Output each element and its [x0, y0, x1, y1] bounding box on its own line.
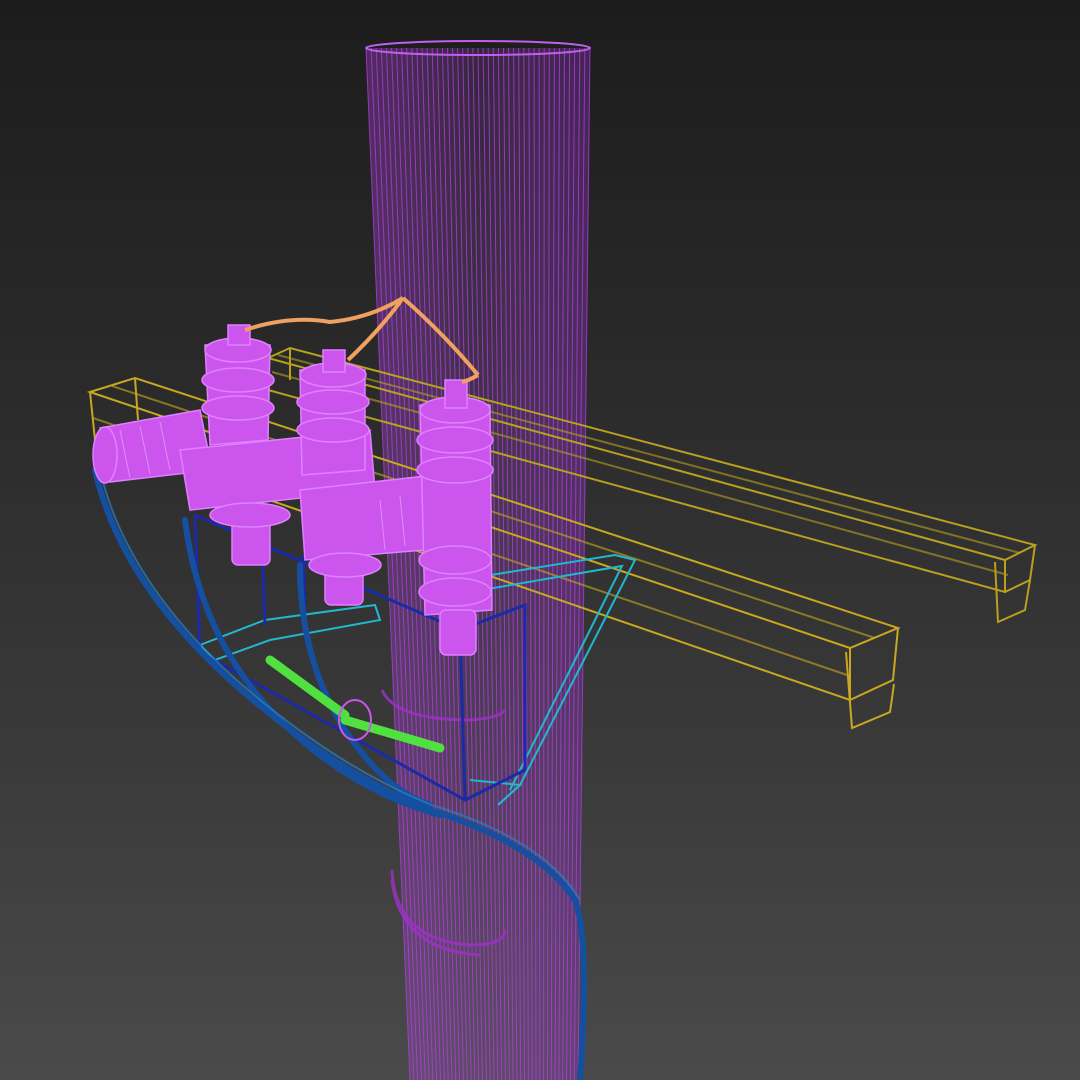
pole-wire-line	[543, 47, 545, 1080]
3d-viewport[interactable]	[0, 0, 1080, 1080]
pole-wire-line	[538, 47, 541, 1080]
wireframe-scene[interactable]	[0, 0, 1080, 1080]
